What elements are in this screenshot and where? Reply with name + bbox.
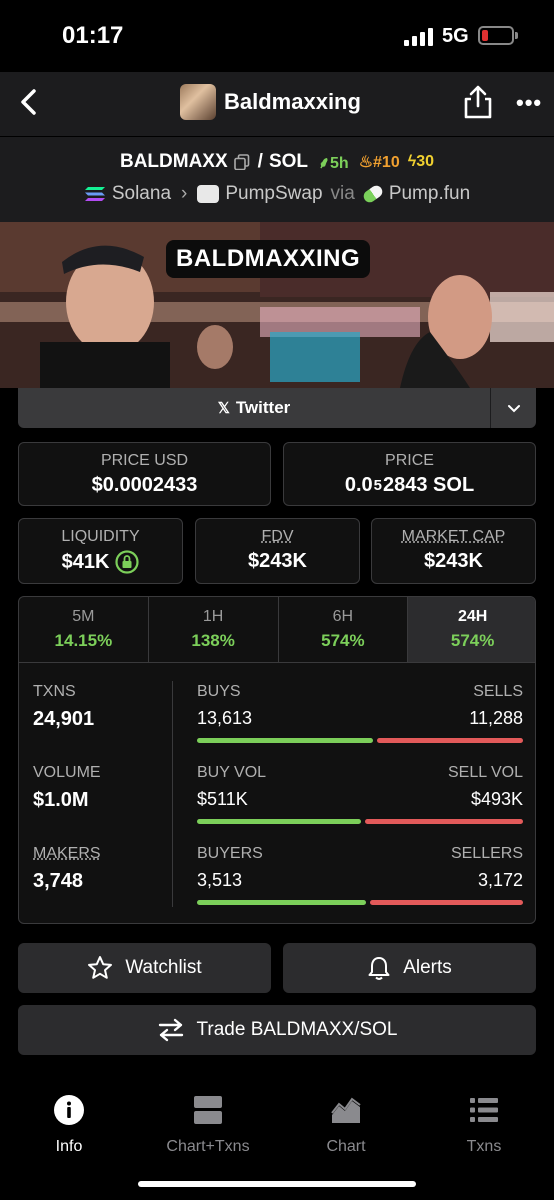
fdv-card: FDV $243K bbox=[195, 518, 360, 584]
sellers-value: 3,172 bbox=[477, 870, 523, 890]
txns-stat: TXNS 24,901 bbox=[33, 683, 95, 730]
chain-name[interactable]: Solana bbox=[112, 183, 171, 205]
share-button[interactable] bbox=[462, 84, 494, 120]
solana-icon bbox=[84, 187, 105, 201]
list-icon bbox=[470, 1098, 498, 1122]
tab-6h[interactable]: 6H 574% bbox=[279, 597, 409, 662]
volume-stat: VOLUME $1.0M bbox=[33, 764, 101, 811]
chart-txns-icon bbox=[194, 1096, 222, 1124]
back-button[interactable] bbox=[14, 86, 46, 118]
status-bar: 01:17 5G bbox=[0, 0, 554, 72]
nav-title: Baldmaxxing bbox=[224, 89, 361, 114]
token-banner: BALDMAXXING bbox=[0, 222, 554, 388]
fdv-value: $243K bbox=[248, 550, 307, 572]
tab-chart-txns[interactable]: Chart+Txns bbox=[148, 1095, 268, 1156]
bell-icon bbox=[368, 957, 390, 980]
price-native-label: PRICE bbox=[385, 452, 434, 469]
alerts-button[interactable]: Alerts bbox=[283, 943, 536, 993]
chart-icon bbox=[331, 1097, 361, 1123]
buyers-sellers-stat: BUYERS SELLERS 3,513 3,172 bbox=[197, 845, 523, 905]
price-usd-card: PRICE USD $0.0002433 bbox=[18, 442, 271, 506]
stats-divider bbox=[172, 681, 173, 907]
tab-info[interactable]: Info bbox=[9, 1095, 129, 1156]
twitter-label: Twitter bbox=[235, 398, 291, 417]
tab-chart[interactable]: Chart bbox=[286, 1095, 406, 1156]
tab-txns[interactable]: Txns bbox=[424, 1095, 544, 1156]
liquidity-value: $41K bbox=[61, 550, 110, 573]
pair-age: ⸙5h bbox=[318, 155, 349, 172]
timeframe-tabs: 5M 14.15% 1H 138% 6H 574% 24H 574% bbox=[19, 597, 535, 663]
lightning-icon: ϟ bbox=[407, 153, 417, 170]
price-usd-label: PRICE USD bbox=[100, 452, 189, 469]
sell-vol-value: $493K bbox=[470, 789, 523, 809]
price-usd-value: $0.0002433 bbox=[91, 474, 198, 496]
x-logo-icon: 𝕏 bbox=[217, 400, 230, 417]
makers-stat: MAKERS 3,748 bbox=[33, 845, 101, 892]
launchpad-name[interactable]: Pump.fun bbox=[389, 183, 470, 205]
quote-symbol: SOL bbox=[268, 151, 308, 172]
pair-separator: / bbox=[257, 151, 263, 172]
pair-line: BALDMAXX / SOL ⸙5h ♨#10 ϟ30 bbox=[0, 151, 554, 173]
price-native-card: PRICE 0.0 5 2843 SOL bbox=[283, 442, 536, 506]
copy-icon[interactable] bbox=[233, 154, 250, 170]
nav-bar: Baldmaxxing ••• bbox=[0, 72, 554, 136]
watchlist-button[interactable]: Watchlist bbox=[18, 943, 271, 993]
dex-name[interactable]: PumpSwap bbox=[225, 183, 322, 205]
trade-button[interactable]: Trade BALDMAXX/SOL bbox=[18, 1005, 536, 1055]
chevron-right-icon: › bbox=[181, 183, 188, 204]
token-title: Baldmaxxing bbox=[180, 84, 361, 120]
liquidity-value-row: $41K bbox=[19, 550, 182, 574]
boost-count[interactable]: ϟ30 bbox=[408, 153, 434, 171]
pumpswap-icon bbox=[197, 185, 220, 203]
buy-sell-volume-stat: BUY VOL SELL VOL $511K $493K bbox=[197, 764, 523, 824]
banner-title: BALDMAXXING bbox=[166, 240, 371, 278]
base-symbol: BALDMAXX bbox=[119, 151, 228, 172]
buyers-sellers-ratio-bar bbox=[197, 900, 523, 905]
chevron-down-icon bbox=[508, 405, 520, 413]
token-avatar bbox=[180, 84, 216, 120]
liquidity-lock-icon[interactable] bbox=[115, 550, 140, 574]
market-cap-value: $243K bbox=[424, 550, 483, 572]
flame-icon: ♨ bbox=[358, 154, 374, 171]
more-options-button[interactable]: ••• bbox=[516, 92, 542, 114]
home-indicator bbox=[138, 1181, 416, 1187]
buys-value: 13,613 bbox=[197, 708, 253, 728]
buys-sells-ratio-bar bbox=[197, 738, 523, 743]
network-type: 5G bbox=[442, 25, 469, 47]
battery-icon bbox=[478, 26, 518, 45]
socials-dropdown-button[interactable] bbox=[490, 388, 536, 428]
signal-icon bbox=[404, 28, 433, 46]
price-native-value: 0.0 5 2843 SOL bbox=[344, 474, 475, 496]
fdv-label[interactable]: FDV bbox=[196, 528, 359, 546]
via-label: via bbox=[330, 183, 355, 204]
star-icon bbox=[88, 956, 113, 979]
tab-1h[interactable]: 1H 138% bbox=[149, 597, 279, 662]
market-cap-card: MARKET CAP $243K bbox=[371, 518, 536, 584]
liquidity-label: LIQUIDITY bbox=[61, 528, 140, 545]
buy-vol-value: $511K bbox=[197, 789, 248, 809]
twitter-button[interactable]: 𝕏 Twitter bbox=[18, 388, 490, 428]
chain-line: Solana › PumpSwap via Pump.fun bbox=[0, 183, 554, 205]
stats-panel: 5M 14.15% 1H 138% 6H 574% 24H 574% TXNS … bbox=[18, 596, 536, 924]
seedling-icon: ⸙ bbox=[318, 155, 331, 172]
market-cap-label[interactable]: MARKET CAP bbox=[372, 528, 535, 546]
swap-arrows-icon bbox=[158, 1018, 183, 1042]
tab-5m[interactable]: 5M 14.15% bbox=[19, 597, 149, 662]
status-time: 01:17 bbox=[62, 22, 124, 49]
trending-rank[interactable]: ♨#10 bbox=[359, 152, 400, 172]
volume-ratio-bar bbox=[197, 819, 523, 824]
buys-sells-stat: BUYS SELLS 13,613 11,288 bbox=[197, 683, 523, 743]
tab-24h[interactable]: 24H 574% bbox=[408, 597, 535, 662]
pill-icon bbox=[361, 183, 385, 205]
buyers-value: 3,513 bbox=[197, 870, 243, 890]
pair-header: BALDMAXX / SOL ⸙5h ♨#10 ϟ30 Solana › Pum… bbox=[0, 136, 554, 222]
info-icon bbox=[54, 1095, 84, 1125]
liquidity-card: LIQUIDITY $41K bbox=[18, 518, 183, 584]
sells-value: 11,288 bbox=[469, 708, 523, 728]
